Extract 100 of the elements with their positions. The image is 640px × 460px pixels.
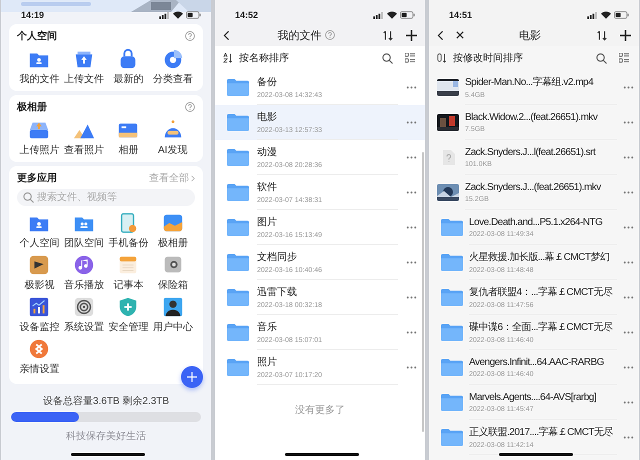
app-label[interactable]: 安全管理 — [108, 320, 148, 334]
shortcut-label[interactable]: 我的文件 — [19, 72, 60, 86]
plus-icon — [187, 372, 197, 382]
more-icon[interactable] — [406, 331, 417, 334]
folder-name: 音乐 — [257, 320, 278, 334]
search-field[interactable]: 搜索文件、视频等 — [17, 189, 195, 206]
folder-name: 电影 — [257, 110, 278, 124]
folder-icon — [227, 79, 249, 96]
more-icon[interactable] — [623, 261, 634, 264]
shield-icon — [117, 296, 140, 318]
list-view-icon[interactable] — [619, 53, 629, 63]
folder-name: 动漫 — [257, 146, 278, 159]
battery-icon — [400, 11, 415, 19]
add-button[interactable] — [181, 366, 203, 388]
sort-az-icon — [223, 53, 233, 63]
help-icon — [324, 30, 334, 40]
file-name: 正义联盟.2017....字幕￡CMCT无尽 — [469, 426, 614, 439]
app-label[interactable]: 记事本 — [113, 278, 144, 292]
status-time: 14:19 — [21, 10, 44, 20]
help-icon — [185, 102, 195, 112]
more-icon[interactable] — [406, 121, 417, 124]
more-icon[interactable] — [406, 296, 417, 299]
folder-icon — [441, 394, 463, 411]
folder-name: 文档同步 — [257, 250, 298, 264]
status-time: 14:51 — [449, 10, 472, 20]
add-icon[interactable] — [406, 30, 417, 40]
target-icon — [72, 296, 95, 318]
more-icon[interactable] — [623, 366, 634, 369]
folder-name: 备份 — [257, 76, 278, 89]
folder-name: 图片 — [257, 216, 278, 229]
shortcut-label[interactable]: 相册 — [118, 143, 138, 157]
more-icon[interactable] — [623, 226, 634, 229]
sort-button[interactable]: 按名称排序 — [223, 51, 289, 65]
file-name: Love.Death.and...P5.1.x264-NTG — [469, 216, 602, 228]
sort-icon[interactable] — [382, 30, 394, 40]
more-icon[interactable] — [406, 366, 417, 369]
search-icon[interactable] — [596, 52, 607, 64]
back-icon[interactable] — [437, 30, 444, 40]
storage-text: 设备总容量3.6TB 剩余2.3TB — [42, 394, 170, 408]
signal-icon — [159, 12, 170, 18]
app-label[interactable]: 保险箱 — [158, 278, 188, 292]
file-name: Zack.Snyders.J...l(feat.26651).srt — [465, 146, 596, 158]
shortcut-label[interactable]: AI发现 — [158, 143, 188, 157]
folder-icon — [227, 184, 249, 201]
app-label[interactable]: 团队空间 — [64, 236, 104, 250]
app-label[interactable]: 设备监控 — [19, 320, 60, 334]
battery-icon — [186, 11, 201, 19]
folder-icon — [227, 324, 249, 341]
file-name: 复仇者联盟4：...字幕￡CMCT无尽 — [469, 286, 612, 299]
app-label[interactable]: 手机备份 — [108, 236, 148, 250]
folder-icon — [227, 359, 249, 376]
sort-time-icon — [437, 53, 447, 63]
slogan-text: 科技保存美好生活 — [65, 430, 147, 443]
app-label[interactable]: 亲情设置 — [19, 362, 60, 376]
more-icon[interactable] — [623, 191, 634, 194]
file-name: Spider-Man.No...字幕组.v2.mp4 — [465, 76, 594, 89]
more-icon[interactable] — [406, 226, 417, 229]
screen-title: 电影 — [519, 28, 541, 42]
chevron-right-icon — [191, 174, 195, 182]
more-icon[interactable] — [406, 156, 417, 159]
close-icon[interactable] — [456, 31, 464, 39]
more-icon[interactable] — [623, 156, 634, 159]
app-label[interactable]: 个人空间 — [19, 236, 60, 250]
shortcut-label[interactable]: 分类查看 — [152, 72, 193, 86]
folder-name: 迅雷下载 — [257, 286, 298, 299]
more-icon[interactable] — [623, 121, 634, 124]
app-label[interactable]: 音乐播放 — [64, 278, 104, 292]
file-name: 碟中谍6：全面...字幕￡CMCT无尽 — [469, 320, 612, 334]
signal-icon — [373, 12, 384, 18]
app-label[interactable]: 用户中心 — [152, 320, 193, 334]
folder-icon — [441, 254, 463, 271]
wifi-icon — [387, 11, 397, 19]
search-icon[interactable] — [382, 52, 393, 64]
folder-icon — [441, 324, 463, 341]
shortcut-label[interactable]: 上传照片 — [19, 143, 60, 157]
sort-icon[interactable] — [596, 30, 608, 40]
more-icon[interactable] — [623, 86, 634, 89]
list-view-icon[interactable] — [405, 53, 415, 63]
more-icon[interactable] — [406, 261, 417, 264]
app-label[interactable]: 极相册 — [158, 236, 188, 250]
sort-button[interactable]: 按修改时间排序 — [437, 51, 523, 65]
more-icon[interactable] — [406, 191, 417, 194]
folder-icon — [227, 219, 249, 236]
file-name: Avengers.Infinit...64.AAC-RARBG — [469, 356, 604, 368]
more-icon[interactable] — [623, 296, 634, 299]
wifi-icon — [601, 11, 611, 19]
folder-icon — [227, 114, 249, 131]
back-icon[interactable] — [223, 30, 230, 40]
more-icon[interactable] — [623, 401, 634, 404]
app-label[interactable]: 极影视 — [24, 278, 54, 292]
more-icon[interactable] — [406, 86, 417, 89]
add-icon[interactable] — [620, 30, 631, 40]
shortcut-label[interactable]: 最新的 — [113, 72, 144, 86]
shortcut-label[interactable]: 查看照片 — [64, 143, 104, 157]
folder-icon — [227, 149, 249, 166]
more-icon[interactable] — [623, 436, 634, 439]
section-title: 更多应用 — [17, 171, 57, 185]
app-label[interactable]: 系统设置 — [64, 320, 104, 334]
shortcut-label[interactable]: 上传文件 — [64, 72, 104, 86]
more-icon[interactable] — [623, 331, 634, 334]
